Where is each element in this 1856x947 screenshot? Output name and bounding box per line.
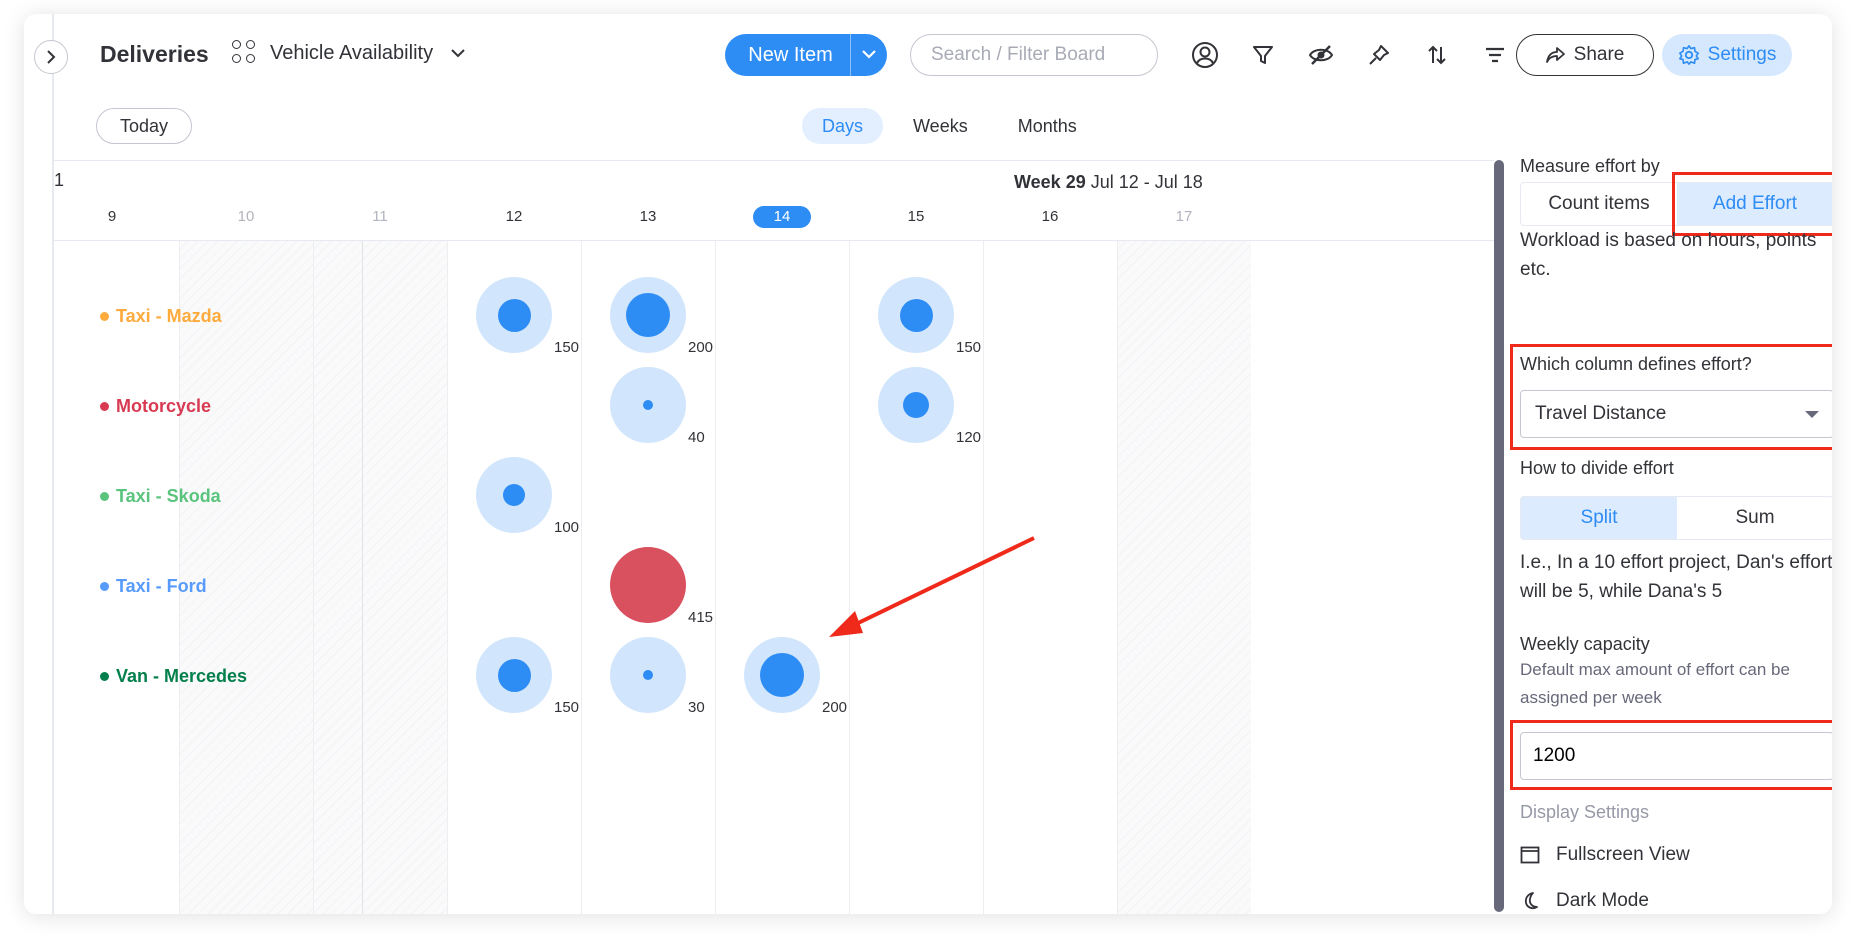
workload-settings-panel: Measure effort by Count items Add Effort… xyxy=(1510,154,1832,914)
fullscreen-view-option[interactable]: Fullscreen View xyxy=(1520,844,1690,866)
share-button[interactable]: Share xyxy=(1516,34,1654,76)
weekly-capacity-title: Weekly capacity xyxy=(1520,634,1650,654)
pin-icon[interactable] xyxy=(1364,40,1394,70)
tab-days[interactable]: Days xyxy=(802,108,884,144)
hide-icon[interactable] xyxy=(1306,40,1336,70)
divide-effort-title: How to divide effort xyxy=(1520,458,1674,478)
divide-effort-description: I.e., In a 10 effort project, Dan's effo… xyxy=(1520,552,1832,602)
gear-icon xyxy=(1678,45,1699,65)
settings-label: Settings xyxy=(1707,44,1777,65)
dark-mode-option[interactable]: Dark Mode xyxy=(1520,890,1649,912)
count-items-option[interactable]: Count items xyxy=(1521,183,1677,225)
annotation-arrow xyxy=(829,536,1035,637)
workload-view-icon xyxy=(232,40,258,66)
view-picker[interactable]: Vehicle Availability xyxy=(232,40,465,66)
person-filter-icon[interactable] xyxy=(1190,40,1220,70)
moon-icon xyxy=(1524,892,1538,910)
highlight-weekly-capacity xyxy=(1510,720,1832,790)
board-title: Deliveries xyxy=(100,41,209,67)
chevron-right-icon xyxy=(47,50,56,64)
new-item-button[interactable]: New Item xyxy=(725,34,887,76)
workload-board: Deliveries Vehicle Availability New Item… xyxy=(24,14,1832,914)
new-item-dropdown-icon[interactable] xyxy=(851,46,887,64)
search-input[interactable] xyxy=(910,34,1158,76)
expand-sidebar-button[interactable] xyxy=(34,40,68,74)
fullscreen-label: Fullscreen View xyxy=(1556,844,1690,865)
measure-effort-title: Measure effort by xyxy=(1520,156,1660,176)
chevron-down-icon xyxy=(451,49,465,58)
view-name: Vehicle Availability xyxy=(270,41,434,64)
sort-icon[interactable] xyxy=(1422,40,1452,70)
vertical-scrollbar[interactable] xyxy=(1494,160,1504,912)
measure-effort-description: Workload is based on hours, points etc. xyxy=(1520,230,1817,280)
dark-mode-label: Dark Mode xyxy=(1556,890,1649,911)
new-item-label: New Item xyxy=(748,43,833,66)
weekly-capacity-description: Default max amount of effort can be assi… xyxy=(1520,660,1790,707)
split-option[interactable]: Split xyxy=(1521,497,1677,539)
display-settings-title: Display Settings xyxy=(1520,802,1650,822)
group-by-icon[interactable] xyxy=(1480,40,1510,70)
fullscreen-icon xyxy=(1520,846,1540,864)
share-label: Share xyxy=(1573,44,1625,65)
filter-icon[interactable] xyxy=(1248,40,1278,70)
highlight-effort-column xyxy=(1510,344,1832,450)
today-button[interactable]: Today xyxy=(96,108,192,144)
settings-button[interactable]: Settings xyxy=(1662,34,1792,76)
tab-months[interactable]: Months xyxy=(998,108,1097,144)
time-scale-tabs: Days Weeks Months xyxy=(802,108,1097,144)
divide-effort-toggle: Split Sum xyxy=(1520,496,1832,540)
sum-option[interactable]: Sum xyxy=(1677,497,1832,539)
tab-weeks[interactable]: Weeks xyxy=(893,108,988,144)
workload-timeline: 1 Week 29 Jul 12 - Jul 18 9 10 11 12 13 14 15 1… xyxy=(54,160,1494,914)
share-icon xyxy=(1545,47,1565,63)
